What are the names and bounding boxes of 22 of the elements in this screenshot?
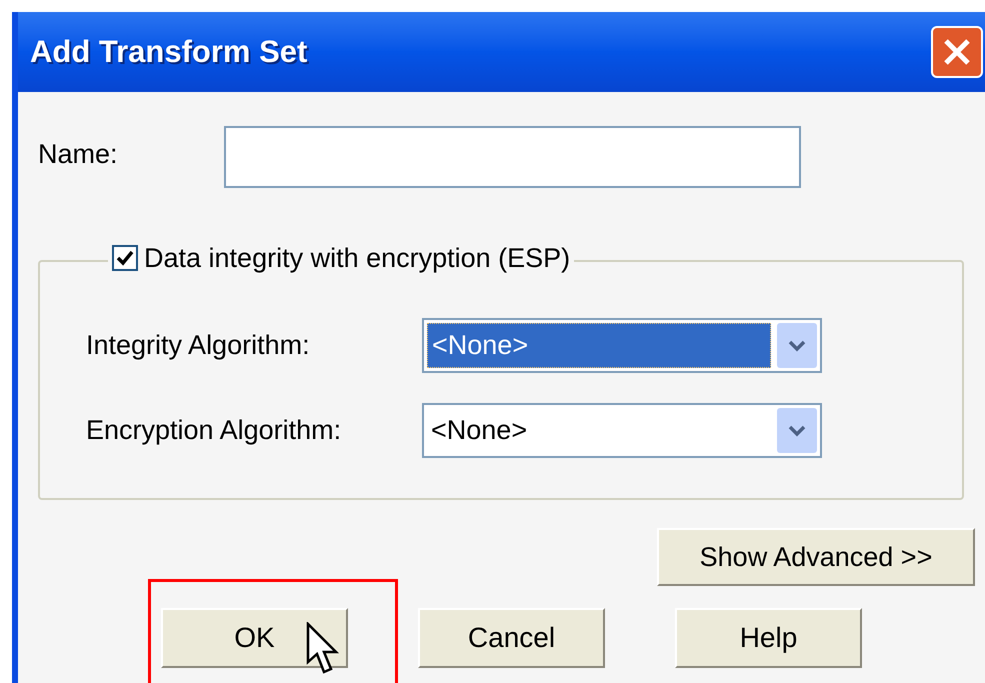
dropdown-value: <None> <box>430 414 528 448</box>
name-input[interactable] <box>224 126 801 188</box>
name-label: Name: <box>38 138 119 171</box>
close-icon <box>942 37 972 67</box>
dialog-button[interactable]: Cancel <box>418 608 605 668</box>
dropdown-value: <None> <box>427 323 771 368</box>
dialog-button[interactable]: Help <box>675 608 862 668</box>
algorithm-label: Encryption Algorithm: <box>86 414 342 448</box>
dropdown-arrow-button[interactable] <box>777 408 817 453</box>
chevron-down-icon <box>788 340 806 352</box>
dropdown-arrow-button[interactable] <box>777 323 817 368</box>
window-title: Add Transform Set <box>30 32 308 71</box>
checkbox[interactable] <box>112 245 138 272</box>
algorithm-dropdown[interactable]: <None> <box>422 403 822 458</box>
close-button[interactable] <box>931 26 983 78</box>
dialog-button[interactable]: OK <box>161 608 348 668</box>
chevron-down-icon <box>788 424 806 436</box>
check-icon <box>116 249 134 268</box>
algorithm-label: Integrity Algorithm: <box>86 329 311 362</box>
checkbox-label: Data integrity with encryption (ESP) <box>144 242 570 275</box>
show-advanced-button[interactable]: Show Advanced >> <box>657 528 975 586</box>
algorithm-dropdown[interactable]: <None> <box>422 318 822 373</box>
